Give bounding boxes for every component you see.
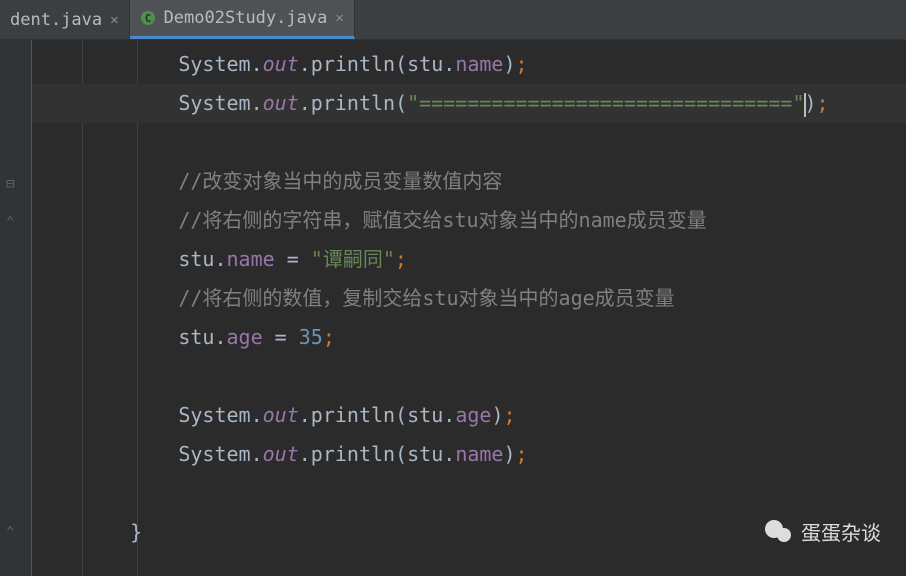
tab-label: Demo02Study.java (164, 8, 328, 28)
tab-dent-java[interactable]: dent.java ✕ (0, 0, 130, 39)
code-line[interactable]: //改变对象当中的成员变量数值内容 (32, 162, 906, 201)
code-line[interactable]: stu.age = 35; (32, 318, 906, 357)
fold-mark-icon[interactable]: ⊟ (6, 176, 14, 192)
code-line[interactable] (32, 123, 906, 162)
code-line[interactable]: //将右侧的字符串，赋值交给stu对象当中的name成员变量 (32, 201, 906, 240)
code-line[interactable]: System.out.println("====================… (32, 84, 906, 123)
code-line[interactable]: System.out.println(stu.name); (32, 435, 906, 474)
watermark-text: 蛋蛋杂谈 (801, 517, 881, 546)
wechat-icon (765, 518, 793, 546)
fold-mark-icon[interactable]: ⌃ (6, 214, 14, 230)
code-area[interactable]: System.out.println(stu.name); System.out… (32, 40, 906, 576)
close-icon[interactable]: ✕ (110, 12, 118, 28)
java-class-icon: C (140, 10, 156, 26)
editor-area: ⊟ ⌃ ⌃ System.out.println(stu.name); Syst… (0, 40, 906, 576)
watermark: 蛋蛋杂谈 (765, 517, 881, 546)
code-line[interactable]: stu.name = "谭嗣同"; (32, 240, 906, 279)
code-line[interactable] (32, 357, 906, 396)
svg-text:C: C (144, 12, 151, 25)
tabs-bar: dent.java ✕ C Demo02Study.java ✕ (0, 0, 906, 40)
code-line[interactable]: System.out.println(stu.age); (32, 396, 906, 435)
code-line[interactable]: //将右侧的数值，复制交给stu对象当中的age成员变量 (32, 279, 906, 318)
code-line[interactable] (32, 474, 906, 513)
gutter[interactable]: ⊟ ⌃ ⌃ (0, 40, 32, 576)
fold-mark-icon[interactable]: ⌃ (6, 524, 14, 540)
tab-label: dent.java (10, 10, 102, 30)
tab-demo02study-java[interactable]: C Demo02Study.java ✕ (130, 0, 355, 39)
close-icon[interactable]: ✕ (335, 10, 343, 26)
code-line[interactable]: System.out.println(stu.name); (32, 45, 906, 84)
